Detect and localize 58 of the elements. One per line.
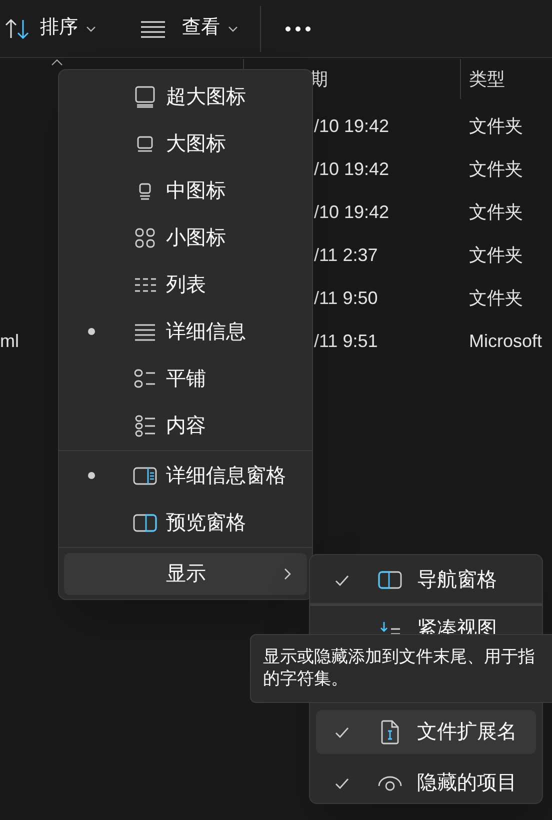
menu-item[interactable]: 中图标 [59,167,312,214]
lines-icon [140,18,166,38]
table-cell: ml [0,331,19,351]
chevron-down-icon [228,26,238,32]
menu-item[interactable]: 平铺 [59,355,312,402]
table-cell: /10 19:42 [314,202,390,222]
menu-label: 内容 [166,414,206,438]
menu-item[interactable]: 大图标 [59,120,312,167]
menu-item[interactable]: 列表 [59,261,312,308]
menu-item[interactable]: 内容 [59,402,312,449]
content-icon [133,414,157,438]
menu-label: 超大图标 [166,84,246,110]
menu-label: 预览窗格 [166,510,246,536]
table-cell: /11 9:51 [314,331,378,351]
chevron-down-icon [86,26,96,32]
menu-item[interactable]: 预览窗格 [59,499,312,546]
table-cell: /11 9:50 [314,288,378,308]
menu-label: 大图标 [166,132,226,156]
menu-item[interactable]: 小图标 [59,214,312,261]
compact-view-icon [378,622,402,636]
more-icon [285,26,311,32]
menu-item[interactable]: 超大图标 [59,73,312,120]
chevron-right-icon [284,568,291,580]
menu-label: 详细信息窗格 [166,464,286,488]
menu-label: 中图标 [166,178,226,204]
menu-label: 隐藏的项目 [417,771,517,796]
menu-item[interactable]: 详细信息窗格 [59,452,312,499]
check-icon [335,574,349,586]
table-cell: /10 19:42 [314,159,390,179]
menu-item[interactable]: 隐藏的项目 [316,761,536,805]
menu-label: 导航窗格 [417,568,497,593]
menu-item[interactable]: 详细信息 [59,308,312,355]
sort-up-icon [50,59,62,66]
menu-item[interactable]: 文件扩展名 [316,710,536,754]
menu-item[interactable]: 导航窗格 [316,558,536,602]
show-menu-item[interactable]: 显示 [64,553,307,595]
tiles-icon [133,366,157,390]
view-button[interactable]: 查看 [132,6,246,50]
table-cell-text: 文件夹 [469,115,523,138]
table-cell-text: 文件夹 [469,244,523,267]
table-cell: /10 19:42 [314,116,390,136]
menu-label: 详细信息 [166,320,246,344]
table-cell-text: Microsoft [469,330,542,353]
menu-label: 小图标 [166,226,226,250]
table-cell: /11 2:37 [314,245,378,265]
monitor-icon [133,84,157,108]
check-icon [335,778,349,788]
table-cell-text: 文件夹 [469,158,523,181]
menu-label: 文件扩展名 [417,720,517,745]
column-header[interactable]: 类型 [469,68,505,88]
menu-label: 列表 [166,272,206,298]
sort-button[interactable]: 排序 [0,6,108,50]
table-cell-text: 文件夹 [469,201,523,224]
menu-label: 平铺 [166,366,206,392]
tooltip: 显示或隐藏添加到文件末尾、用于指的字符集。 [250,634,552,703]
table-cell-text: 文件夹 [469,287,523,310]
check-icon [335,726,349,738]
grid-icon [133,226,157,250]
